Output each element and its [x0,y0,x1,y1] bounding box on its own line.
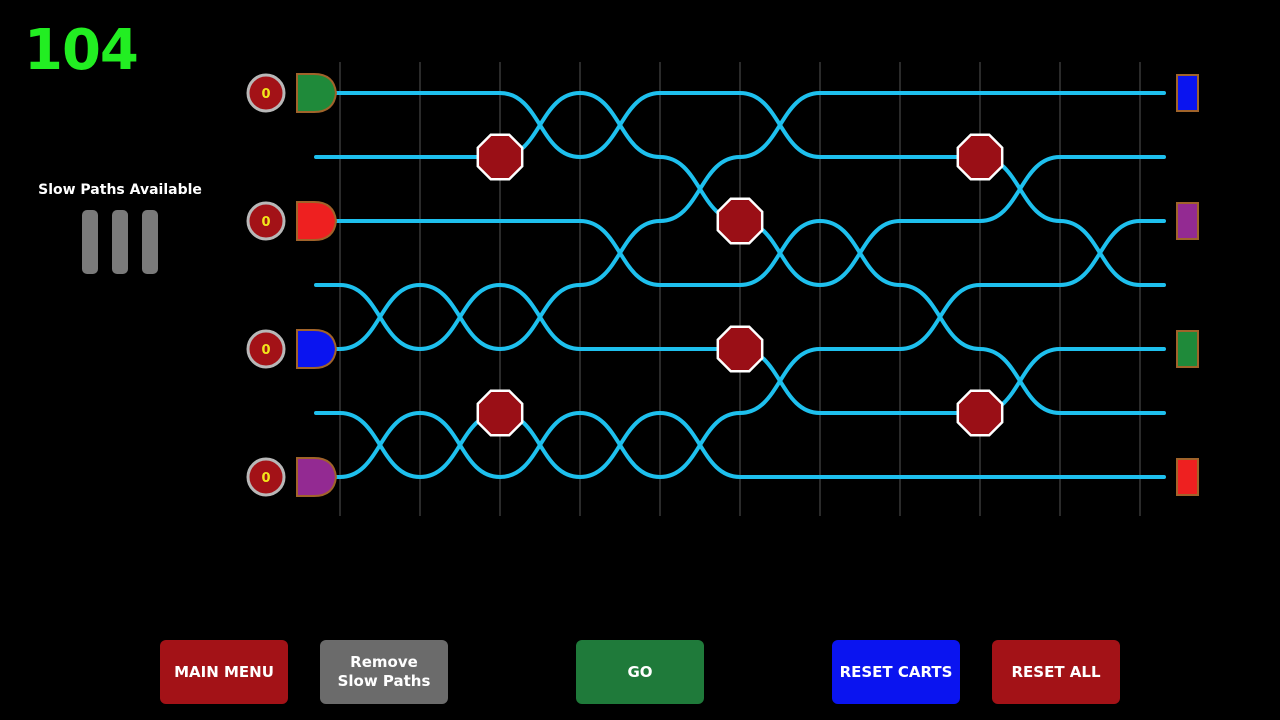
reset-carts-label: RESET CARTS [839,662,953,681]
destination-blue-icon [1176,74,1199,112]
cart-counter-value: 0 [261,87,270,102]
destination-red-icon [1176,458,1199,496]
cart-counter-value: 0 [261,343,270,358]
track-crossover [578,411,662,479]
cart-blue-icon [296,329,338,369]
stop-sign-icon [716,325,764,373]
remove-slow-paths-button[interactable]: Remove Slow Paths [320,640,448,704]
track-crossover [578,219,662,287]
cart-purple-icon [296,457,338,497]
cart-counter-value: 0 [261,471,270,486]
stop-sign-icon [956,389,1004,437]
stop-sign-icon [476,133,524,181]
track-board: 0 0 0 0 [246,62,1199,516]
cart-counter-value: 0 [261,215,270,230]
track-crossover [338,283,422,351]
track-crossover [738,91,822,159]
main-menu-label: MAIN MENU [174,662,274,681]
stop-sign-icon [476,389,524,437]
track-crossover [338,411,422,479]
main-menu-button[interactable]: MAIN MENU [160,640,288,704]
reset-carts-button[interactable]: RESET CARTS [832,640,960,704]
track-crossover [498,283,582,351]
track-crossover [578,91,662,159]
go-label: GO [627,662,653,681]
stop-sign-icon [956,133,1004,181]
destination-green-icon [1176,330,1199,368]
cart-green-icon [296,73,338,113]
track-crossover [898,283,982,351]
reset-all-button[interactable]: RESET ALL [992,640,1120,704]
destination-purple-icon [1176,202,1199,240]
reset-all-label: RESET ALL [1011,662,1101,681]
stop-sign-icon [716,197,764,245]
remove-slow-paths-label: Remove Slow Paths [337,653,431,690]
go-button[interactable]: GO [576,640,704,704]
track-crossover [418,283,502,351]
track-crossover [818,219,902,287]
track-crossover [1058,219,1142,287]
cart-red-icon [296,201,338,241]
track-crossover [658,411,742,479]
